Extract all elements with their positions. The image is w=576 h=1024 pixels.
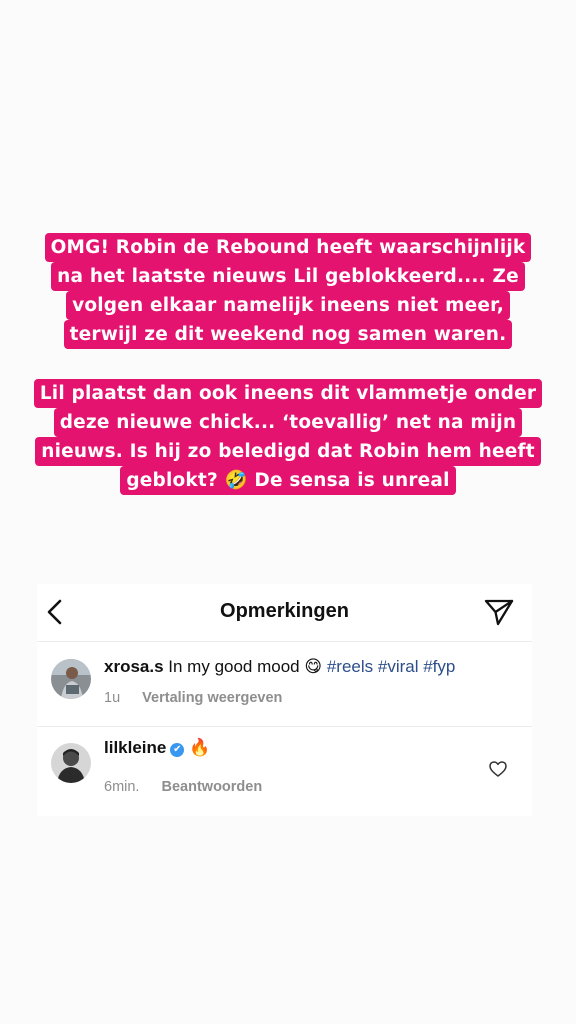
translate-button[interactable]: Vertaling weergeven bbox=[142, 690, 282, 706]
caption-line: deze nieuwe chick... ‘toevallig’ net na … bbox=[53, 408, 523, 437]
avatar-photo-icon bbox=[51, 659, 91, 699]
username[interactable]: lilkleine bbox=[104, 738, 166, 757]
heart-outline-icon bbox=[489, 761, 507, 777]
caption-comment: xrosa.s In my good mood 😋 #reels #viral … bbox=[37, 642, 532, 727]
avatar[interactable] bbox=[51, 743, 91, 783]
fire-emoji-icon: 🔥 bbox=[189, 738, 211, 758]
comments-header: Opmerkingen bbox=[37, 584, 532, 642]
verified-badge-icon: ✔ bbox=[170, 743, 185, 757]
hashtags[interactable]: #reels #viral #fyp bbox=[327, 657, 456, 676]
caption-line: geblokt? 🤣 De sensa is unreal bbox=[120, 466, 456, 495]
comment-text: lilkleine ✔ 🔥 bbox=[104, 738, 210, 758]
comment-text: xrosa.s In my good mood 😋 #reels #viral … bbox=[104, 657, 455, 677]
yum-emoji-icon: 😋 bbox=[304, 657, 323, 677]
username[interactable]: xrosa.s bbox=[104, 657, 164, 676]
caption-line: Lil plaatst dan ook ineens dit vlammetje… bbox=[33, 379, 543, 408]
avatar[interactable] bbox=[51, 659, 91, 699]
comment-meta: 1u Vertaling weergeven bbox=[104, 690, 282, 706]
timestamp: 1u bbox=[104, 690, 121, 706]
story-caption-paragraph-1: OMG! Robin de Rebound heeft waarschijnli… bbox=[0, 233, 576, 349]
comment-body: In my good mood bbox=[168, 657, 300, 676]
comment-meta: 6min. Beantwoorden bbox=[104, 779, 262, 795]
caption-line: volgen elkaar namelijk ineens niet meer, bbox=[66, 291, 510, 320]
page-title: Opmerkingen bbox=[220, 600, 349, 622]
caption-line: na het laatste nieuws Lil geblokkeerd...… bbox=[51, 262, 525, 291]
caption-line: nieuws. Is hij zo beledigd dat Robin hem… bbox=[35, 437, 541, 466]
comment-row: lilkleine ✔ 🔥 6min. Beantwoorden bbox=[37, 727, 532, 816]
caption-line: OMG! Robin de Rebound heeft waarschijnli… bbox=[44, 233, 532, 262]
caption-line: terwijl ze dit weekend nog samen waren. bbox=[63, 320, 513, 349]
paper-plane-icon bbox=[484, 599, 514, 626]
share-button[interactable] bbox=[484, 598, 514, 626]
reply-button[interactable]: Beantwoorden bbox=[162, 779, 263, 795]
like-button[interactable] bbox=[489, 761, 507, 777]
story-caption-paragraph-2: Lil plaatst dan ook ineens dit vlammetje… bbox=[0, 379, 576, 495]
avatar-photo-icon bbox=[51, 743, 91, 783]
timestamp: 6min. bbox=[104, 779, 140, 795]
comments-panel: Opmerkingen xrosa.s In my good mood 😋 #r… bbox=[37, 584, 532, 816]
